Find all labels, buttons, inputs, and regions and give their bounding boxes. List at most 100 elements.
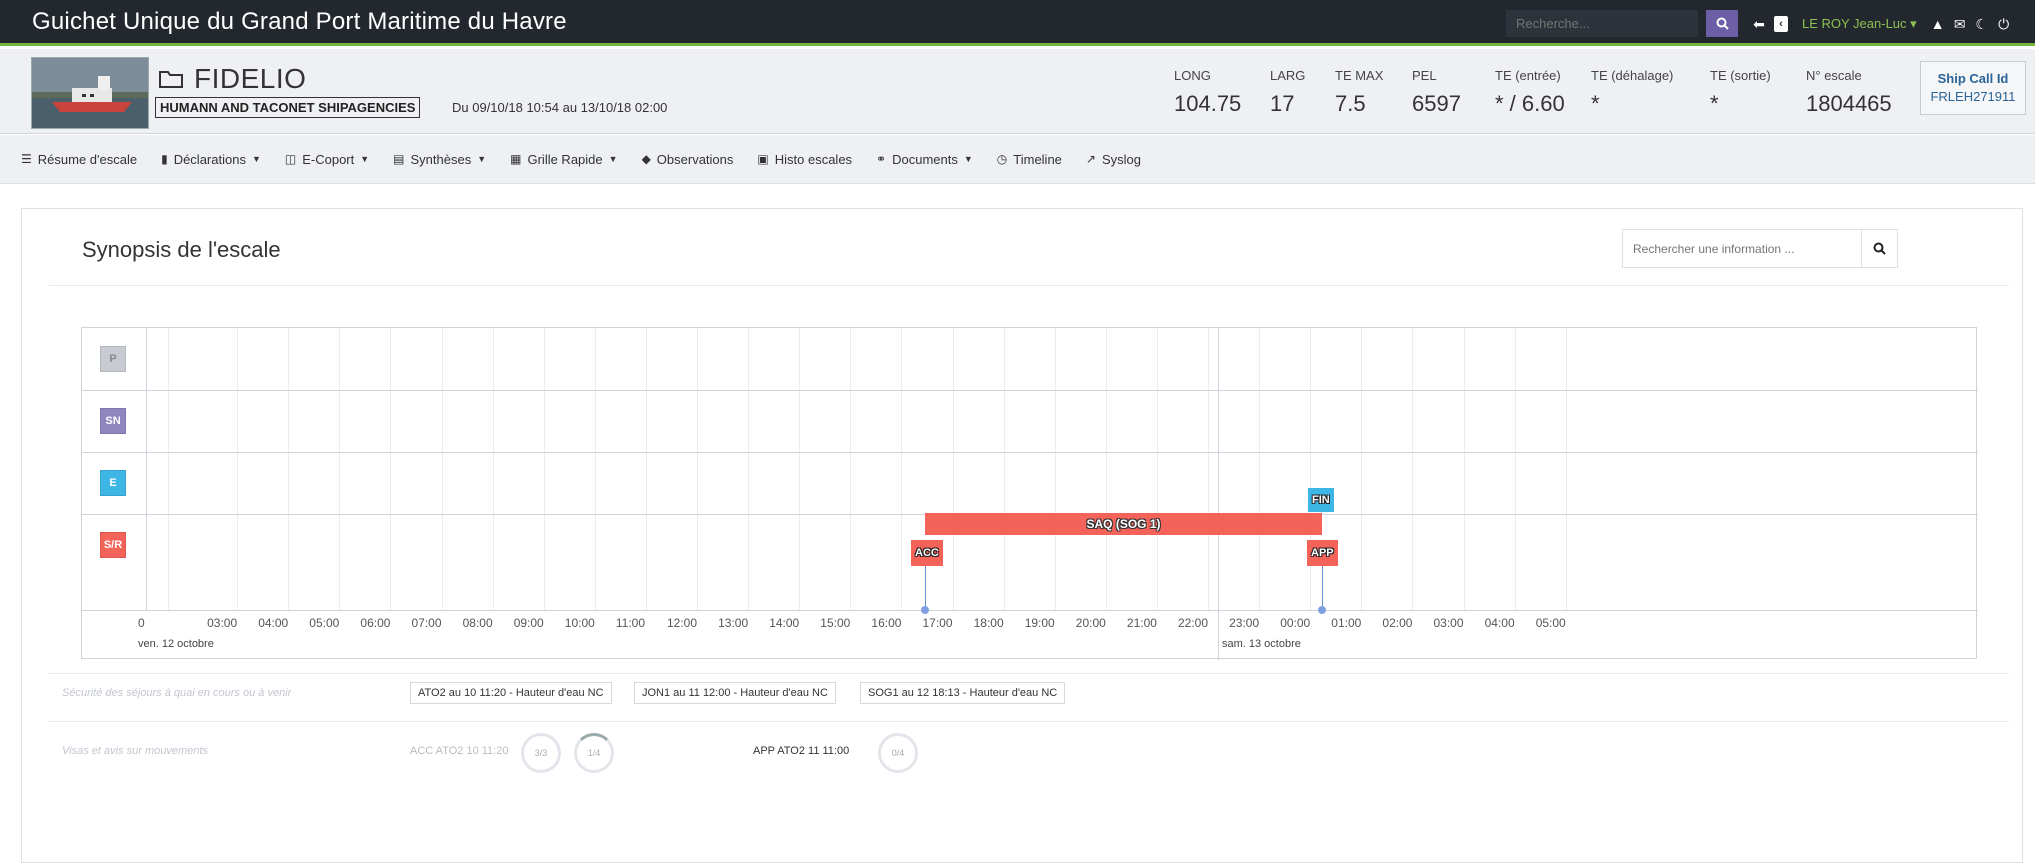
grid-line <box>901 328 903 610</box>
clock-icon: ◷ <box>996 152 1008 166</box>
menu-grille-rapide[interactable]: ▦ Grille Rapide ▼ <box>510 152 617 167</box>
info-search-button[interactable] <box>1862 229 1898 268</box>
securite-item[interactable]: SOG1 au 12 18:13 - Hauteur d'eau NC <box>860 682 1066 704</box>
tick-label: 20:00 <box>1075 616 1106 630</box>
grid-line <box>339 328 341 610</box>
tick-label: 17:00 <box>922 616 953 630</box>
search-icon <box>1873 242 1886 255</box>
external-icon: ↗ <box>1085 152 1096 166</box>
search-icon <box>1716 17 1729 30</box>
menu-observations[interactable]: ◆ Observations <box>642 152 734 167</box>
grid-line <box>1514 328 1516 610</box>
stat-te-sortie: TE (sortie) * <box>1710 68 1771 117</box>
saq-bar[interactable]: SAQ (SOG 1) <box>925 513 1322 535</box>
stat-value: 17 <box>1270 91 1295 116</box>
info-search-input[interactable] <box>1622 229 1862 268</box>
visa-ring[interactable]: 1/4 <box>574 733 614 773</box>
tag-icon: ◆ <box>641 152 651 166</box>
menu-histo-escales[interactable]: ▣ Histo escales <box>757 152 852 167</box>
securite-item[interactable]: ATO2 au 10 11:20 - Hauteur d'eau NC <box>410 682 612 704</box>
user-menu[interactable]: LE ROY Jean-Luc ▾ <box>1802 16 1917 32</box>
tick-label: 21:00 <box>1126 616 1157 630</box>
menu-syslog[interactable]: ↗ Syslog <box>1086 152 1141 167</box>
acc-pin <box>925 566 926 610</box>
menu-label: Timeline <box>1013 151 1062 167</box>
menu-documents[interactable]: ⚭ Documents ▼ <box>876 152 973 167</box>
tick-label: 11:00 <box>615 616 646 630</box>
tick-label: 04:00 <box>258 616 289 630</box>
stat-value: 7.5 <box>1335 91 1366 116</box>
visa-acc-label: ACC ATO2 10 11:20 <box>410 745 509 757</box>
ship-call-id-box[interactable]: Ship Call Id FRLEH271911 <box>1920 61 2026 115</box>
stat-larg: LARG 17 <box>1270 68 1305 117</box>
grid-line <box>1565 328 1567 610</box>
ship-name-row: FIDELIO <box>158 63 306 95</box>
mail-icon[interactable]: ✉ <box>1953 16 1967 33</box>
app-pin <box>1322 566 1323 610</box>
caret-down-icon: ▼ <box>608 154 618 164</box>
table-icon: ▤ <box>393 152 405 166</box>
folder-icon <box>159 71 183 88</box>
tick-label: 09:00 <box>513 616 544 630</box>
row-badge-sr: S/R <box>100 532 126 558</box>
row-divider <box>82 390 1978 391</box>
global-search-input[interactable] <box>1506 10 1698 37</box>
tick-label: 23:00 <box>1229 616 1260 630</box>
top-bar: Guichet Unique du Grand Port Maritime du… <box>0 0 2035 46</box>
archive-icon: ▣ <box>757 152 769 166</box>
moon-icon[interactable]: ☾ <box>1975 16 1989 33</box>
menu-e-coport[interactable]: ◫ E-Coport ▼ <box>285 152 369 167</box>
visa-ring[interactable]: 3/3 <box>521 733 561 773</box>
marker-label: FIN <box>1312 494 1330 506</box>
fin-marker[interactable]: FIN <box>1308 488 1334 512</box>
grid-line <box>1412 328 1414 610</box>
tick-label: 13:00 <box>718 616 749 630</box>
stat-n-escale: N° escale 1804465 <box>1806 68 1892 117</box>
visa-app-label: APP ATO2 11 11:00 <box>753 745 850 757</box>
tick-label: 02:00 <box>1382 616 1413 630</box>
menu-label: Histo escales <box>774 151 853 167</box>
menu-syntheses[interactable]: ▤ Synthèses ▼ <box>393 152 486 167</box>
ship-call-value: FRLEH271911 <box>1930 89 2016 104</box>
ship-call-label: Ship Call Id <box>1937 71 2009 86</box>
grid-line <box>1003 328 1005 610</box>
securite-item[interactable]: JON1 au 11 12:00 - Hauteur d'eau NC <box>634 682 836 704</box>
grid-line <box>799 328 801 610</box>
app-pin-dot <box>1318 606 1326 614</box>
tick-label: 03:00 <box>1433 616 1464 630</box>
stat-label: TE (déhalage) <box>1591 68 1674 83</box>
marker-label: ACC <box>915 547 939 559</box>
visa-ring[interactable]: 0/4 <box>878 733 918 773</box>
power-icon[interactable]: ⏻ <box>1997 16 2011 33</box>
back-icon[interactable]: ‹ <box>1774 16 1788 32</box>
grid-line <box>1054 328 1056 610</box>
app-marker[interactable]: APP <box>1307 540 1338 566</box>
tick-label: 14:00 <box>769 616 800 630</box>
visas-label: Visas et avis sur mouvements <box>62 745 208 757</box>
user-icon[interactable]: ▲ <box>1931 16 1945 32</box>
ring-value: 3/3 <box>534 748 548 758</box>
main-menu: ☰ Résume d'escale ▮ Déclarations ▼ ◫ E-Copor… <box>0 135 2035 184</box>
stat-label: LONG <box>1174 68 1211 83</box>
divider <box>49 673 2009 674</box>
grid-line <box>1361 328 1363 610</box>
menu-timeline[interactable]: ◷ Timeline <box>997 152 1062 167</box>
tick-label: 03:00 <box>207 616 238 630</box>
grid-line <box>168 328 169 610</box>
menu-resume-escale[interactable]: ☰ Résume d'escale <box>21 152 137 167</box>
stat-value: 104.75 <box>1174 91 1242 116</box>
stat-value: * / 6.60 <box>1495 91 1565 116</box>
caret-down-icon: ▼ <box>251 154 261 164</box>
escale-timeline: P SN E S/R SAQ (SOG 1) ACC APP FIN 0 03:0… <box>81 327 1978 660</box>
stat-value: 6597 <box>1412 91 1461 116</box>
acc-marker[interactable]: ACC <box>911 540 943 566</box>
grid-line <box>1259 328 1261 610</box>
menu-declarations[interactable]: ▮ Déclarations ▼ <box>161 152 261 167</box>
menu-label: Résume d'escale <box>37 151 138 167</box>
stat-label: TE (entrée) <box>1495 68 1561 83</box>
app-title: Guichet Unique du Grand Port Maritime du… <box>32 8 567 35</box>
caret-down-icon: ▼ <box>963 154 973 164</box>
menu-label: E-Coport <box>302 151 355 167</box>
search-button[interactable] <box>1706 10 1738 37</box>
reply-icon[interactable]: ⬅ <box>1752 16 1766 33</box>
